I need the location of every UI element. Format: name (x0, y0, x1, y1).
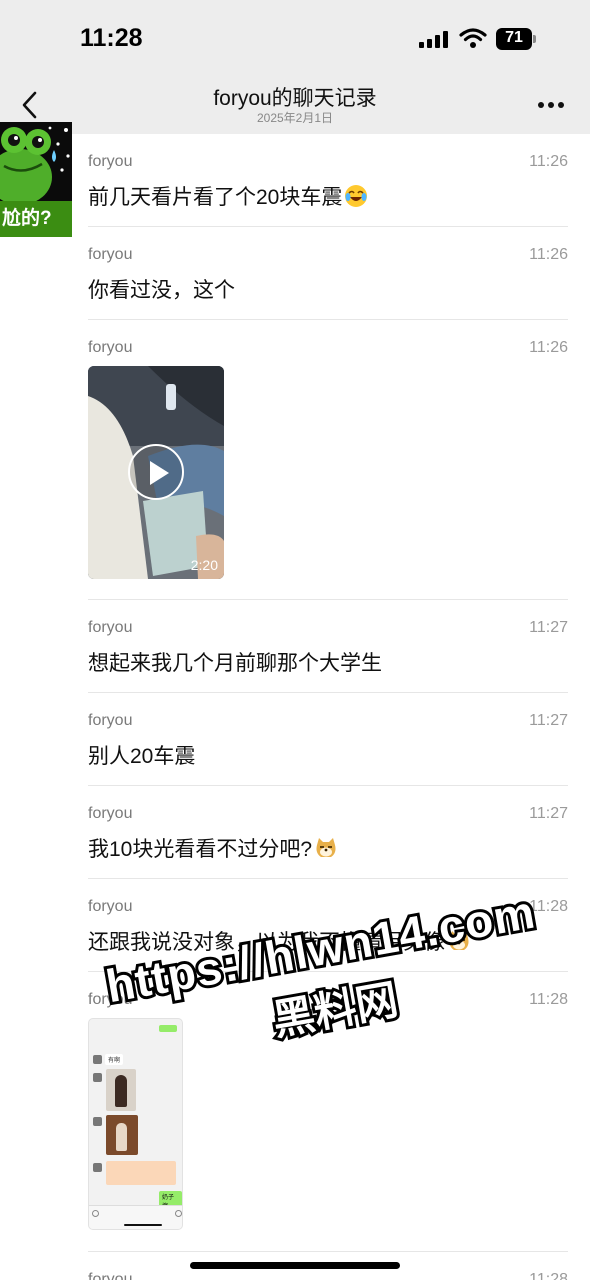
mini-input-bar (89, 1205, 182, 1229)
sender-name: foryou (88, 1271, 133, 1280)
frog-sticker: 尬的? (0, 122, 72, 237)
mini-bubble (159, 1025, 177, 1032)
mini-avatar (93, 1117, 102, 1126)
mini-photo (106, 1069, 136, 1111)
mini-avatar (93, 1163, 102, 1172)
list-item[interactable]: foryou 11:27 我10块光看看不过分吧? (88, 786, 568, 879)
message-text: 你看过没，这个 (88, 279, 235, 302)
sender-name: foryou (88, 712, 133, 729)
message-time: 11:26 (529, 246, 568, 263)
sender-name: foryou (88, 339, 133, 356)
more-options-icon[interactable] (537, 100, 565, 110)
message-text: 想起来我几个月前聊那个大学生 (88, 652, 382, 675)
sender-name: foryou (88, 991, 133, 1008)
screenshot-thumbnail[interactable]: 有啊 奶子擦 (88, 1018, 183, 1230)
list-item[interactable]: foryou 11:26 你看过没，这个 (88, 227, 568, 320)
mini-avatar (93, 1055, 102, 1064)
play-button[interactable] (128, 444, 184, 500)
mini-message: 有啊 (105, 1054, 124, 1065)
sender-name: foryou (88, 153, 133, 170)
list-item[interactable]: foryou 11:26 2:20 (88, 320, 568, 600)
nav-bar: foryou的聊天记录 2025年2月1日 (0, 78, 590, 134)
message-time: 11:28 (529, 1271, 568, 1280)
home-indicator[interactable] (190, 1262, 400, 1269)
message-text: 别人20车震 (88, 745, 196, 768)
play-icon (150, 461, 169, 485)
message-time: 11:28 (529, 898, 568, 915)
sender-name: foryou (88, 246, 133, 263)
mini-photo (106, 1115, 138, 1155)
message-text: 还跟我说没对象，以为我不懂情侣头像 (88, 926, 471, 956)
list-item[interactable]: foryou 11:28 有啊 奶子擦 (88, 972, 568, 1252)
doge-emoji-icon (316, 838, 336, 857)
battery-level: 71 (505, 29, 523, 46)
mini-transfer-card (106, 1161, 176, 1185)
message-time: 11:27 (529, 619, 568, 636)
video-duration: 2:20 (190, 557, 218, 573)
wifi-icon (459, 28, 487, 48)
sender-name: foryou (88, 898, 133, 915)
frog-icon (0, 126, 70, 202)
sender-name: foryou (88, 619, 133, 636)
message-time: 11:27 (529, 712, 568, 729)
list-item[interactable]: foryou 11:28 还跟我说没对象，以为我不懂情侣头像 (88, 879, 568, 972)
video-thumbnail[interactable]: 2:20 (88, 366, 224, 579)
message-text: 前几天看片看了个20块车震 (88, 181, 368, 211)
message-time: 11:27 (529, 805, 568, 822)
doge-emoji-icon (449, 931, 469, 950)
battery-icon: 71 (496, 28, 538, 50)
status-bar: 11:28 71 (0, 0, 590, 78)
laughing-crying-emoji-icon (345, 185, 368, 207)
status-time: 11:28 (80, 24, 143, 52)
chat-record-list: foryou 11:26 前几天看片看了个20块车震 foryou 11:26 … (88, 134, 568, 1280)
cellular-signal-icon (419, 30, 449, 48)
message-time: 11:28 (529, 991, 568, 1008)
mini-avatar (93, 1073, 102, 1082)
list-item[interactable]: foryou 11:27 别人20车震 (88, 693, 568, 786)
page-subtitle: 2025年2月1日 (256, 111, 334, 125)
sender-name: foryou (88, 805, 133, 822)
page-title: foryou的聊天记录 (213, 87, 377, 110)
message-text: 我10块光看看不过分吧? (88, 833, 338, 863)
sticker-caption: 尬的? (0, 201, 72, 237)
list-item[interactable]: foryou 11:26 前几天看片看了个20块车震 (88, 134, 568, 227)
message-time: 11:26 (529, 153, 568, 170)
list-item[interactable]: foryou 11:27 想起来我几个月前聊那个大学生 (88, 600, 568, 693)
message-time: 11:26 (529, 339, 568, 356)
